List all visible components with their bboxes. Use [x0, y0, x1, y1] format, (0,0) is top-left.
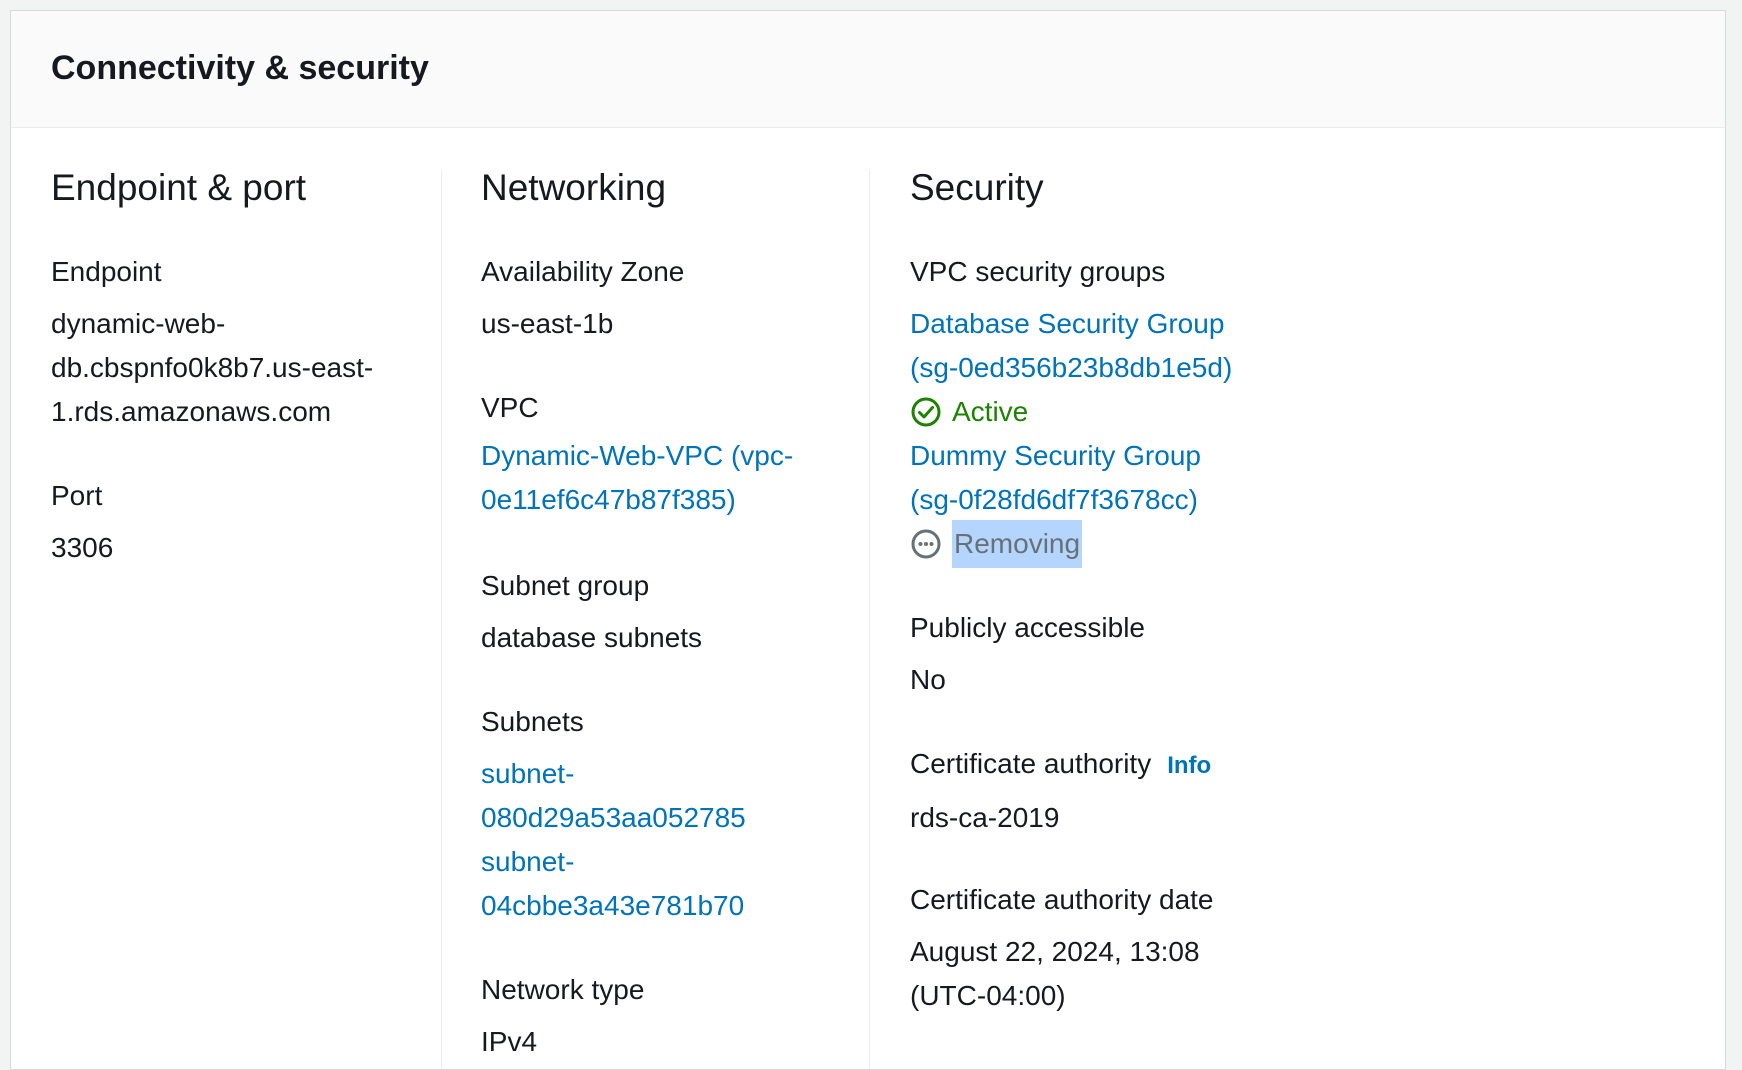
vpc-label: VPC — [481, 392, 539, 423]
subnet-link-line: subnet- — [481, 846, 575, 877]
publicly-accessible-value: No — [910, 664, 946, 695]
subnets-list: subnet- 080d29a53aa052785 subnet- 04cbbe… — [481, 752, 746, 928]
column-divider — [869, 170, 870, 1069]
subnet-group-field: Subnet group database subnets — [481, 564, 702, 660]
endpoint-value: dynamic-web- db.cbspnfo0k8b7.us-east- 1.… — [51, 302, 411, 434]
port-value: 3306 — [51, 532, 114, 563]
port-label: Port — [51, 480, 103, 511]
availability-zone-value: us-east-1b — [481, 308, 614, 339]
vpc-value: Dynamic-Web-VPC (vpc- 0e11ef6c47b87f385) — [481, 434, 793, 522]
vpc-link-line: 0e11ef6c47b87f385) — [481, 484, 736, 515]
vpc-field: VPC Dynamic-Web-VPC (vpc- 0e11ef6c47b87f… — [481, 386, 793, 522]
endpoint-value-line: db.cbspnfo0k8b7.us-east- — [51, 352, 374, 383]
security-group-link-line: Dummy Security Group — [910, 440, 1201, 471]
status-text: Removing — [952, 520, 1083, 568]
certificate-authority-value: rds-ca-2019 — [910, 802, 1060, 833]
security-group-link-line: (sg-0ed356b23b8db1e5d) — [910, 352, 1233, 383]
subnet-link-line: 04cbbe3a43e781b70 — [481, 890, 745, 921]
status-text: Active — [952, 396, 1029, 427]
endpoint-port-title: Endpoint & port — [51, 167, 307, 208]
certificate-authority-date-value: August 22, 2024, 13:08 (UTC-04:00) — [910, 930, 1214, 1018]
endpoint-port-column: Endpoint & port Endpoint dynamic-web- db… — [51, 128, 441, 1069]
security-group-link[interactable]: Dummy Security Group (sg-0f28fd6df7f3678… — [910, 434, 1232, 522]
security-group-link-line: Database Security Group — [910, 308, 1225, 339]
availability-zone-label: Availability Zone — [481, 256, 685, 287]
subnet-group-value: database subnets — [481, 622, 703, 653]
networking-title: Networking — [481, 167, 667, 208]
vpc-link[interactable]: Dynamic-Web-VPC (vpc- 0e11ef6c47b87f385) — [481, 434, 793, 522]
vpc-security-groups-label: VPC security groups — [910, 256, 1166, 287]
network-type-field: Network type IPv4 — [481, 968, 644, 1064]
columns: Endpoint & port Endpoint dynamic-web- db… — [11, 128, 1725, 1069]
publicly-accessible-field: Publicly accessible No — [910, 606, 1145, 702]
security-group-link[interactable]: Database Security Group (sg-0ed356b23b8d… — [910, 302, 1232, 390]
status-indicator-active: Active — [910, 390, 1232, 434]
subnet-link[interactable]: subnet- 04cbbe3a43e781b70 — [481, 840, 746, 928]
subnets-label: Subnets — [481, 706, 584, 737]
check-circle-icon — [911, 397, 941, 427]
subnet-link-line: subnet- — [481, 758, 575, 789]
certificate-authority-date-line: (UTC-04:00) — [910, 980, 1066, 1011]
endpoint-label: Endpoint — [51, 256, 162, 287]
security-column: Security VPC security groups Database Se… — [910, 128, 1710, 1069]
endpoint-field: Endpoint dynamic-web- db.cbspnfo0k8b7.us… — [51, 250, 411, 434]
security-title: Security — [910, 167, 1044, 208]
endpoint-value-line: 1.rds.amazonaws.com — [51, 396, 332, 427]
certificate-authority-field: Certificate authority Info rds-ca-2019 — [910, 742, 1211, 840]
networking-column: Networking Availability Zone us-east-1b … — [481, 128, 871, 1069]
vpc-link-line: Dynamic-Web-VPC (vpc- — [481, 440, 794, 471]
subnet-link[interactable]: subnet- 080d29a53aa052785 — [481, 752, 746, 840]
network-type-value: IPv4 — [481, 1026, 538, 1057]
security-group-link-line: (sg-0f28fd6df7f3678cc) — [910, 484, 1198, 515]
security-groups-list: Database Security Group (sg-0ed356b23b8d… — [910, 302, 1232, 568]
network-type-label: Network type — [481, 974, 645, 1005]
availability-zone-field: Availability Zone us-east-1b — [481, 250, 684, 346]
ellipsis-circle-icon — [911, 529, 941, 559]
certificate-authority-date-field: Certificate authority date August 22, 20… — [910, 878, 1214, 1018]
subnets-field: Subnets subnet- 080d29a53aa052785 subnet… — [481, 700, 746, 928]
panel-title: Connectivity & security — [51, 49, 429, 87]
certificate-authority-date-line: August 22, 2024, 13:08 — [910, 936, 1200, 967]
endpoint-value-line: dynamic-web- — [51, 308, 226, 339]
publicly-accessible-label: Publicly accessible — [910, 612, 1145, 643]
subnet-group-label: Subnet group — [481, 570, 650, 601]
vpc-security-groups-field: VPC security groups Database Security Gr… — [910, 250, 1232, 568]
info-link[interactable]: Info — [1167, 752, 1211, 779]
port-field: Port 3306 — [51, 474, 113, 570]
subnet-link-line: 080d29a53aa052785 — [481, 802, 746, 833]
certificate-authority-label: Certificate authority — [910, 748, 1152, 779]
panel-header: Connectivity & security — [11, 11, 1725, 128]
certificate-authority-label-row: Certificate authority Info — [910, 742, 1211, 788]
status-indicator-removing: Removing — [910, 520, 1232, 568]
connectivity-security-panel: Connectivity & security Endpoint & port … — [10, 10, 1726, 1070]
certificate-authority-date-label: Certificate authority date — [910, 884, 1214, 915]
column-divider — [441, 170, 442, 1069]
